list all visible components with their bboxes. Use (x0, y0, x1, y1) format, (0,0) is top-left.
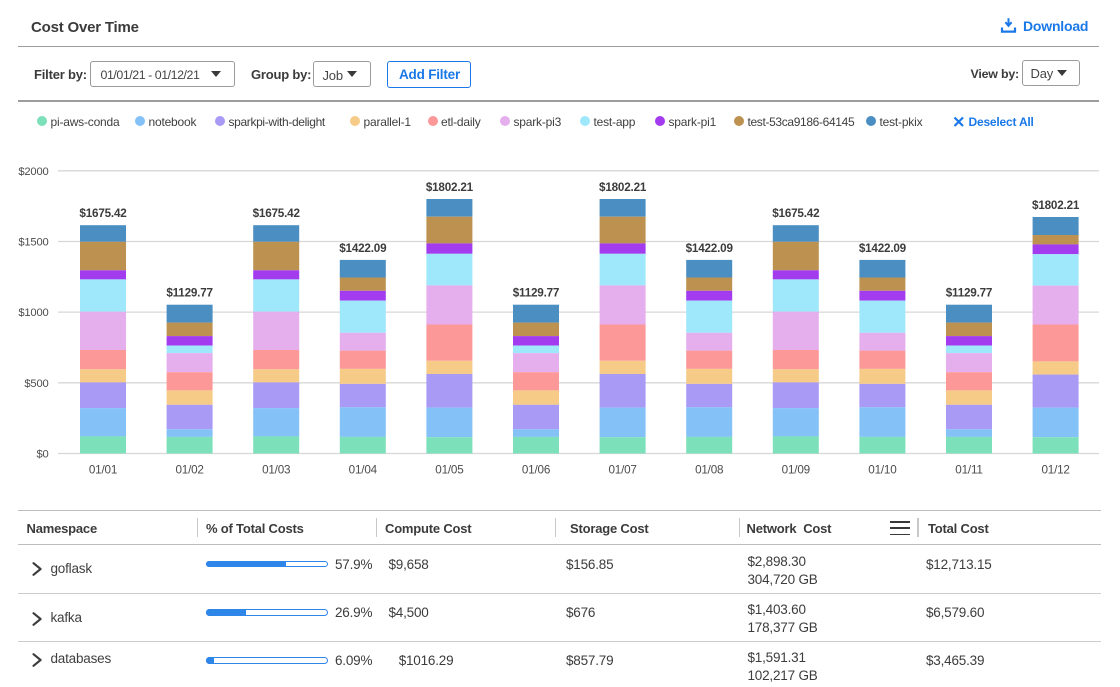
svg-text:01/05: 01/05 (435, 464, 464, 477)
svg-text:01/11: 01/11 (955, 464, 982, 477)
svg-text:$1422.09: $1422.09 (339, 242, 387, 255)
svg-text:01/04: 01/04 (349, 464, 378, 477)
svg-text:01/06: 01/06 (522, 464, 550, 477)
svg-text:01/07: 01/07 (608, 464, 636, 477)
svg-text:$1675.42: $1675.42 (79, 207, 127, 220)
svg-text:01/09: 01/09 (782, 464, 810, 477)
svg-text:$1422.09: $1422.09 (686, 242, 734, 255)
svg-text:$1000: $1000 (18, 307, 48, 319)
svg-text:$0: $0 (36, 449, 48, 461)
svg-text:$1500: $1500 (18, 237, 48, 249)
svg-text:$1129.77: $1129.77 (513, 287, 560, 300)
svg-text:$500: $500 (24, 378, 48, 390)
svg-text:01/12: 01/12 (1041, 464, 1069, 477)
svg-text:$1129.77: $1129.77 (946, 287, 993, 300)
svg-text:$1802.21: $1802.21 (1032, 199, 1080, 212)
svg-text:01/03: 01/03 (262, 464, 290, 477)
svg-text:$1675.42: $1675.42 (772, 207, 820, 220)
svg-text:$1129.77: $1129.77 (166, 287, 213, 300)
svg-text:$1802.21: $1802.21 (599, 181, 647, 194)
svg-text:01/10: 01/10 (868, 464, 897, 477)
svg-text:01/02: 01/02 (175, 464, 203, 477)
svg-text:01/08: 01/08 (695, 464, 723, 477)
svg-text:$1422.09: $1422.09 (859, 242, 907, 255)
svg-text:$1802.21: $1802.21 (426, 181, 474, 194)
svg-text:$2000: $2000 (18, 166, 48, 178)
svg-text:$1675.42: $1675.42 (253, 207, 301, 220)
svg-text:01/01: 01/01 (89, 464, 117, 477)
